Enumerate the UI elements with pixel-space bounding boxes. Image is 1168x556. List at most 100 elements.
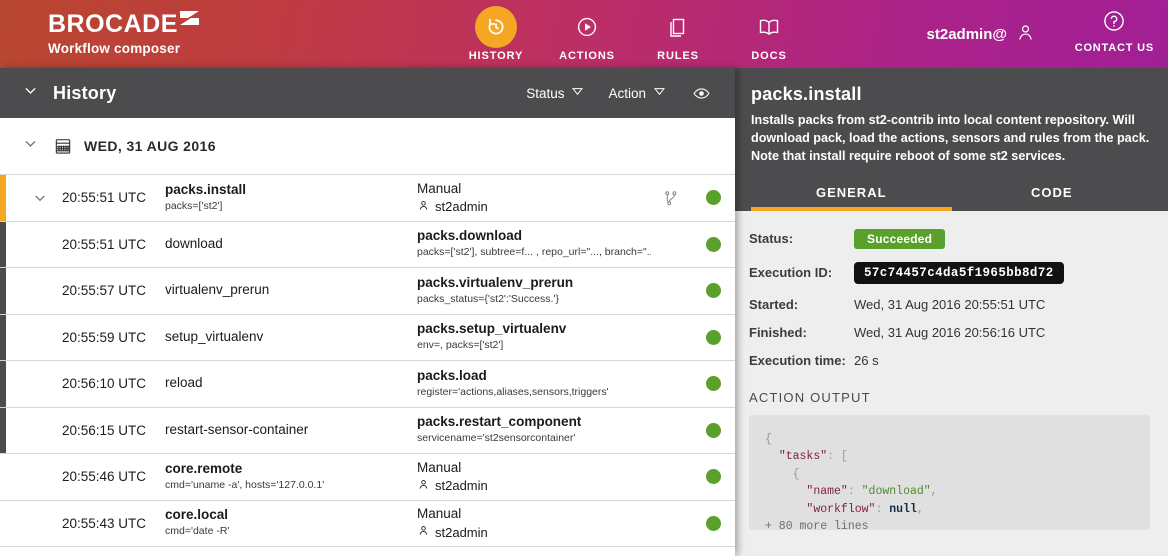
history-toolbar: History Status Action: [0, 68, 735, 118]
field-execution-id: Execution ID: 57c74457c4da5f1965bb8d72: [749, 261, 1150, 284]
group-collapse-chevron-icon: [22, 135, 39, 157]
history-date-group-header[interactable]: WED, 31 AUG 2016: [0, 118, 735, 175]
history-panel: History Status Action WED, 31 AUG 2016 2…: [0, 68, 735, 556]
top-header-bar: BROCADE Workflow composer HISTORY ACTION…: [0, 0, 1168, 68]
history-collapse-chevron-icon[interactable]: [22, 82, 39, 104]
action-output-label: ACTION OUTPUT: [749, 389, 871, 405]
row-action-name: packs.download: [417, 228, 523, 244]
pages-stack-icon: [657, 6, 699, 48]
row-right-column: packs.setup_virtualenv env=, packs=['st2…: [417, 321, 651, 353]
row-action-params: packs_status={'st2':'Success.'}: [417, 292, 559, 305]
field-execution-time: Execution time: 26 s: [749, 353, 1150, 368]
brand-logo[interactable]: BROCADE Workflow composer: [48, 11, 203, 57]
nav-label-actions: ACTIONS: [559, 50, 615, 62]
brand-subtitle: Workflow composer: [48, 41, 181, 57]
row-status-indicator: [691, 329, 735, 345]
row-expand-chevron-icon[interactable]: [0, 190, 52, 206]
row-status-indicator: [691, 376, 735, 392]
row-task-name: setup_virtualenv: [165, 328, 264, 344]
status-dot-success: [705, 376, 721, 392]
field-status: Status: Succeeded: [749, 228, 1150, 249]
user-name: st2admin@: [926, 26, 1007, 43]
nav-label-rules: RULES: [657, 50, 699, 62]
user-menu[interactable]: st2admin@: [927, 22, 1036, 47]
history-row[interactable]: 20:55:51 UTC download packs.download pac…: [0, 221, 735, 268]
code-value-null: null: [889, 502, 917, 516]
user-small-icon: [417, 524, 430, 540]
code-line-3: {: [792, 467, 800, 481]
execution-id-value[interactable]: 57c74457c4da5f1965bb8d72: [854, 261, 1064, 284]
nav-item-docs[interactable]: DOCS: [735, 6, 803, 62]
history-row[interactable]: 20:56:15 UTC restart-sensor-container pa…: [0, 407, 735, 454]
field-status-label: Status:: [749, 231, 794, 247]
row-action-name: core.remote: [165, 460, 243, 476]
row-user: st2admin: [417, 199, 645, 215]
row-action-name: packs.install: [165, 181, 247, 197]
code-line-1: {: [765, 432, 772, 446]
row-mid-column: core.remote cmd='uname -a', hosts='127.0…: [165, 461, 417, 493]
row-mid-column: reload: [165, 375, 417, 392]
filter-action[interactable]: Action: [608, 85, 666, 101]
contact-us-button[interactable]: CONTACT US: [1075, 8, 1154, 54]
main-body: History Status Action WED, 31 AUG 2016 2…: [0, 68, 1168, 556]
nav-label-docs: DOCS: [751, 50, 787, 62]
row-right-column: Manual st2admin: [417, 506, 651, 540]
field-finished-value: Wed, 31 Aug 2016 20:56:16 UTC: [854, 324, 1046, 340]
detail-description: Installs packs from st2-contrib into loc…: [751, 113, 1150, 163]
eye-icon[interactable]: [692, 84, 711, 103]
nav-label-history: HISTORY: [468, 50, 524, 62]
history-row[interactable]: 20:55:51 UTC packs.install packs=['st2']…: [0, 175, 735, 222]
tab-code[interactable]: CODE: [952, 179, 1153, 211]
field-started-value: Wed, 31 Aug 2016 20:55:51 UTC: [854, 296, 1046, 312]
row-right-column: Manual st2admin: [417, 460, 651, 494]
history-list[interactable]: WED, 31 AUG 2016 20:55:51 UTC packs.inst…: [0, 118, 735, 556]
history-row[interactable]: 20:56:10 UTC reload packs.load register=…: [0, 361, 735, 408]
row-child-indicator: [0, 407, 6, 453]
row-status-indicator: [691, 190, 735, 206]
code-key-workflow: "workflow": [806, 502, 876, 516]
row-action-params: packs=['st2'], subtree=f... , repo_url="…: [417, 246, 651, 259]
chevron-down-icon: [571, 85, 584, 101]
row-child-indicator: [0, 268, 6, 314]
row-time: 20:55:43 UTC: [62, 515, 147, 531]
history-panel-title: History: [53, 82, 117, 103]
status-dot-success: [705, 236, 721, 252]
detail-body: Status: Succeeded Execution ID: 57c74457…: [735, 211, 1168, 556]
more-lines-link[interactable]: + 80 more lines: [765, 520, 869, 530]
nav-item-actions[interactable]: ACTIONS: [553, 6, 621, 62]
history-row[interactable]: 20:55:46 UTC core.remote cmd='uname -a',…: [0, 454, 735, 501]
tab-general[interactable]: GENERAL: [751, 179, 952, 211]
row-action-params: env=, packs=['st2']: [417, 339, 504, 352]
user-small-icon: [417, 199, 430, 215]
filter-status[interactable]: Status: [526, 85, 584, 101]
play-circle-icon: [566, 6, 608, 48]
row-right-column: packs.load register='actions,aliases,sen…: [417, 368, 651, 400]
row-time: 20:55:51 UTC: [62, 190, 147, 206]
field-started-label: Started:: [749, 296, 799, 312]
workflow-branch-icon[interactable]: [651, 189, 691, 207]
row-trigger-type: Manual: [417, 506, 462, 522]
nav-item-history[interactable]: HISTORY: [462, 6, 530, 62]
field-finished-label: Finished:: [749, 324, 807, 340]
history-row[interactable]: 20:55:43 UTC core.local cmd='date -R' Ma…: [0, 500, 735, 547]
history-rewind-icon: [475, 6, 517, 48]
detail-title: packs.install: [751, 84, 862, 104]
detail-panel: packs.install Installs packs from st2-co…: [735, 68, 1168, 556]
row-user: st2admin: [417, 524, 645, 540]
row-time: 20:55:51 UTC: [62, 236, 147, 252]
calendar-icon: [53, 136, 73, 156]
action-output-code[interactable]: { "tasks": [ { "name": "download", "work…: [749, 414, 1150, 530]
field-execution-time-value: 26 s: [854, 352, 879, 368]
row-user: st2admin: [417, 478, 645, 494]
user-small-icon: [417, 478, 430, 494]
field-finished: Finished: Wed, 31 Aug 2016 20:56:16 UTC: [749, 325, 1150, 340]
history-row[interactable]: 20:55:57 UTC virtualenv_prerun packs.vir…: [0, 268, 735, 315]
row-action-params: cmd='uname -a', hosts='127.0.0.1': [165, 478, 325, 491]
user-avatar-icon: [1015, 22, 1036, 47]
history-date-group-label: WED, 31 AUG 2016: [84, 138, 216, 154]
nav-item-rules[interactable]: RULES: [644, 6, 712, 62]
history-row[interactable]: 20:55:59 UTC setup_virtualenv packs.setu…: [0, 314, 735, 361]
row-action-name: packs.restart_component: [417, 414, 582, 430]
row-child-indicator: [0, 314, 6, 360]
row-selected-indicator: [0, 175, 6, 221]
